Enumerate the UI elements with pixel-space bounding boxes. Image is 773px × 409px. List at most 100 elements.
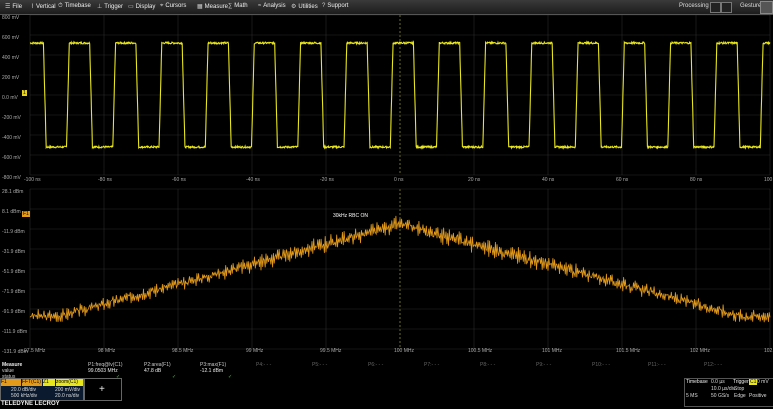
f1-ytick-label: -51.9 dBm: [2, 269, 26, 275]
c1-ytick-label: -200 mV: [2, 115, 21, 121]
add-icon: +: [99, 384, 105, 395]
c1-ytick-label: 200 mV: [2, 75, 20, 81]
menu-support[interactable]: ? Support: [322, 3, 348, 9]
menu-vertical[interactable]: ⌇ Vertical: [31, 3, 56, 10]
timebase-rate: 50 GS/s: [711, 393, 730, 399]
c1-ytick-label: 400 mV: [2, 55, 20, 61]
menu-label: Measure: [204, 4, 229, 10]
gesture-icon[interactable]: [760, 1, 773, 14]
utilities-icon: ⚙: [291, 4, 297, 10]
f1-grid[interactable]: 28.1 dBm 8.1 dBm -11.9 dBm -31.9 dBm -51.9 d…: [0, 186, 773, 361]
menu-utilities[interactable]: ⚙ Utilities: [291, 3, 318, 10]
c1-ytick-label: -800 mV: [2, 175, 21, 181]
c1-xtick-label: -20 ns: [320, 177, 334, 183]
c1-ytick-label: 0.0 mV: [2, 95, 18, 101]
math-descriptor-box[interactable]: F1 FFT(C1) Z1 zoom(C1) 20.0 dB/div 500 k…: [0, 378, 84, 401]
timebase-tdiv: 10.0 µs/div: [711, 386, 736, 392]
menu-label: Cursors: [165, 3, 187, 9]
menu-timebase[interactable]: ⏱ Timebase: [58, 3, 91, 10]
f1-trace-marker[interactable]: F1: [22, 211, 30, 217]
c1-trace-marker[interactable]: 1: [22, 90, 27, 96]
f1-xtick-label: 100.5 MHz: [468, 348, 493, 354]
menu-label: Trigger: [104, 4, 124, 10]
measure-name[interactable]: P6:- - -: [368, 362, 383, 368]
trigger-level: 0 mV: [757, 379, 769, 385]
brand-logo: TELEDYNE LECROY: [1, 401, 60, 407]
c1-xtick-label: -100 ns: [24, 177, 41, 183]
f1-ytick-label: 28.1 dBm: [2, 189, 24, 195]
f1-xtick-label: 102.5 MHz: [764, 348, 773, 354]
timebase-offset: 0.0 µs: [711, 379, 725, 385]
c1-xtick-label: -60 ns: [172, 177, 186, 183]
pause-button[interactable]: [710, 2, 721, 13]
trigger-slope: Positive: [749, 393, 767, 399]
f1-xtick-label: 100 MHz: [394, 348, 415, 354]
z1-hdiv: 20.0 ns/div: [55, 393, 80, 399]
menu-bar: ☰ File ⌇ Vertical ⏱ Timebase ⊥ Trigger ▭ Display ⌖…: [0, 0, 773, 15]
measure-name[interactable]: P12:- - -: [704, 362, 722, 368]
menu-label: File: [12, 4, 23, 10]
menu-trigger[interactable]: ⊥ Trigger: [97, 3, 123, 10]
support-icon: ?: [322, 3, 326, 9]
f1-hdiv: 500 kHz/div: [11, 393, 38, 399]
menu-label: Math: [234, 3, 248, 9]
analysis-icon: ≈: [258, 3, 262, 9]
run-button[interactable]: [721, 2, 732, 13]
c1-waveform-plot: [29, 14, 771, 176]
f1-xtick-label: 99.5 MHz: [320, 348, 342, 354]
f1-xtick-label: 97.5 MHz: [24, 348, 46, 354]
z1-badge: Z1: [43, 379, 55, 386]
measure-name[interactable]: P8:- - -: [480, 362, 495, 368]
menu-label: Display: [135, 4, 156, 10]
menu-label: Timebase: [64, 3, 91, 9]
c1-xtick-label: 100 ns: [764, 177, 773, 183]
menu-label: Analysis: [263, 3, 286, 9]
trigger-mode: Stop: [734, 386, 745, 392]
c1-xtick-label: -80 ns: [98, 177, 112, 183]
c1-ytick-label: -400 mV: [2, 135, 21, 141]
processing-label: Processing: [679, 3, 709, 9]
f1-xtick-label: 98.5 MHz: [172, 348, 194, 354]
gesture-label: Gesture: [740, 3, 762, 9]
f1-badge: F1: [1, 379, 21, 386]
measure-table: Measure value status P1:freq@lv(C1) 99.05…: [0, 362, 773, 380]
add-channel-button[interactable]: +: [84, 378, 122, 401]
measure-name[interactable]: P9:- - -: [536, 362, 551, 368]
menu-label: Support: [327, 3, 349, 9]
f1-xtick-label: 102 MHz: [690, 348, 711, 354]
measure-name[interactable]: P11:- - -: [648, 362, 666, 368]
f1-ytick-label: -11.9 dBm: [2, 229, 25, 235]
f1-spectrum-plot: [29, 188, 771, 350]
measure-name[interactable]: P7:- - -: [424, 362, 439, 368]
menu-file[interactable]: ☰ File: [5, 3, 22, 10]
c1-ytick-label: -600 mV: [2, 155, 21, 161]
f1-ytick-label: 8.1 dBm: [2, 209, 21, 215]
timebase-label: Timebase: [686, 379, 708, 385]
display-icon: ▭: [128, 4, 134, 10]
rbw-annotation: 30kHz RBC ON: [333, 213, 369, 219]
menu-cursors[interactable]: ⌖ Cursors: [160, 3, 186, 10]
measure-value: 99.0503 MHz: [88, 368, 118, 374]
c1-xtick-label: 40 ns: [542, 177, 555, 183]
timebase-samples: 5 MS: [686, 393, 698, 399]
measure-icon: ▦: [197, 4, 203, 10]
measure-name[interactable]: P4:- - -: [256, 362, 271, 368]
c1-xtick-label: 60 ns: [616, 177, 629, 183]
c1-xtick-label: 20 ns: [468, 177, 481, 183]
menu-analysis[interactable]: ≈ Analysis: [258, 3, 286, 9]
measure-name[interactable]: P10:- - -: [592, 362, 610, 368]
timebase-trigger-box[interactable]: Timebase 0.0 µs Trigger C1 0 mV 10.0 µs/…: [684, 378, 773, 407]
c1-ytick-label: 800 mV: [2, 15, 20, 21]
trigger-label: Trigger: [733, 379, 749, 385]
z1-function: zoom(C1): [56, 379, 83, 386]
measure-name[interactable]: P5:- - -: [312, 362, 327, 368]
menu-display[interactable]: ▭ Display: [128, 3, 155, 10]
menu-label: Utilities: [298, 4, 318, 10]
menu-math[interactable]: ∑ Math: [228, 3, 248, 9]
trigger-icon: ⊥: [97, 4, 103, 10]
timebase-icon: ⏱: [58, 3, 63, 9]
f1-ytick-label: -71.9 dBm: [2, 289, 26, 295]
c1-grid[interactable]: 800 mV 600 mV 400 mV 200 mV 0.0 mV -200 mV -40…: [0, 14, 773, 185]
menu-measure[interactable]: ▦ Measure: [197, 3, 228, 10]
f1-ytick-label: -91.9 dBm: [2, 309, 26, 315]
